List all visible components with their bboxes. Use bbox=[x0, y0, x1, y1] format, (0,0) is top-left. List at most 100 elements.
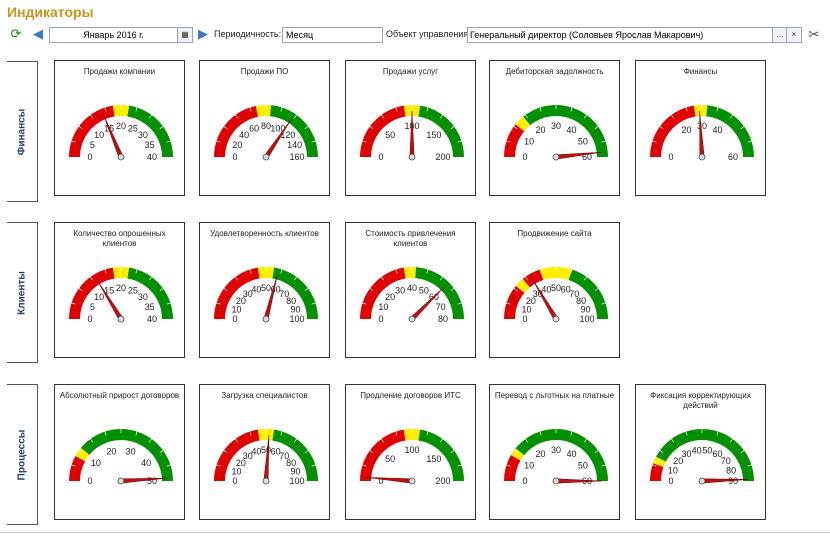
gauge-hub bbox=[552, 153, 560, 161]
gauge-tick-label: 100 bbox=[289, 314, 304, 324]
gauge-tick-label: 10 bbox=[94, 292, 104, 302]
gauge-dial: 0102030405060 bbox=[504, 429, 608, 486]
gauge-tick-label: 10 bbox=[522, 304, 532, 314]
gauge-tick-label: 10 bbox=[378, 302, 388, 312]
gauge-needle bbox=[366, 477, 413, 484]
gauge-dial: 0 10 20 30 40 50 bbox=[69, 429, 173, 486]
gauge-tick-label: 0 bbox=[87, 314, 92, 324]
gauge-tick-label: 30 bbox=[551, 121, 561, 131]
gauge-tick-label: 40 bbox=[566, 125, 576, 135]
gauge-tick-label: 0 bbox=[378, 314, 383, 324]
calendar-icon[interactable]: ▦ bbox=[177, 27, 193, 43]
period-field[interactable]: Январь 2016 г. bbox=[49, 27, 178, 43]
gauge-hub bbox=[408, 153, 416, 161]
gauge-tick-label: 40 bbox=[251, 285, 261, 295]
object-label: Объект управления: bbox=[386, 29, 471, 39]
gauge-tick-label: 10 bbox=[668, 465, 678, 475]
gauge-tick-label: 0 bbox=[232, 152, 237, 162]
gauge-panel: Абсолютный прирост договоров 0 10 20 30 40 50 bbox=[54, 384, 185, 520]
gauge-tick-label: 10 bbox=[91, 458, 101, 468]
gauge-tick-label: 40 bbox=[251, 447, 261, 457]
gauge-tick-label: 100 bbox=[579, 314, 594, 324]
gauge-dial: 050100150200 bbox=[360, 105, 464, 162]
gauge-tick-label: 40 bbox=[541, 285, 551, 295]
gauge-tick-label: 20 bbox=[681, 125, 691, 135]
gauge-zone-yellow bbox=[255, 105, 272, 117]
gauge-hub bbox=[408, 477, 416, 485]
gauge-tick-label: 10 bbox=[524, 461, 534, 471]
gauge-dial: 010203040 50 60708090100 bbox=[504, 267, 608, 324]
object-field[interactable]: Генеральный директор (Соловьев Ярослав М… bbox=[467, 27, 773, 43]
arrow-right-icon[interactable]: ▶ bbox=[195, 26, 211, 42]
gauge-dial: 0102030405060 bbox=[504, 105, 608, 162]
gauge-zone-red bbox=[360, 105, 406, 157]
gauge-tick-label: 40 bbox=[407, 283, 417, 293]
gauge-dial: 0510152025303540 bbox=[69, 267, 173, 324]
periodicity-select[interactable]: Месяц bbox=[282, 27, 383, 43]
gauge-panel: Продажи услуг050100150200 bbox=[345, 60, 476, 196]
gauge-tick-label: 50 bbox=[385, 130, 395, 140]
gauge-tick-label: 10 bbox=[524, 137, 534, 147]
gauge-hub bbox=[698, 153, 706, 161]
gauge-panel: Количество опрошенных клиентов 0 5 10 15 20 25… bbox=[54, 222, 185, 358]
gauge-tick-label: 20 bbox=[535, 125, 545, 135]
settings-icon[interactable]: ✂ bbox=[806, 26, 822, 42]
gauge-tick-label: 50 bbox=[385, 454, 395, 464]
gauge-dial: 0 20 30 40 60 bbox=[650, 105, 754, 162]
group-label: Клиенты bbox=[16, 270, 28, 315]
gauge-panel: Финансы 0 20 30 40 60 bbox=[635, 60, 766, 196]
gauge-tick-label: 30 bbox=[138, 130, 148, 140]
gauge-tick-label: 0 bbox=[668, 152, 673, 162]
gauge-tick-label: 35 bbox=[145, 140, 155, 150]
gauge-tick-label: 20 bbox=[106, 447, 116, 457]
gauge-tick-label: 40 bbox=[712, 125, 722, 135]
gauge-tick-label: 60 bbox=[249, 123, 259, 133]
gauge-zone-red bbox=[504, 124, 525, 157]
gauge-tick-label: 10 bbox=[232, 466, 242, 476]
gauge-tick-label: 30 bbox=[138, 292, 148, 302]
gauge-tick-label: 200 bbox=[435, 152, 450, 162]
gauge-tick-label: 100 bbox=[289, 476, 304, 486]
refresh-icon[interactable]: ⟳ bbox=[8, 26, 24, 42]
gauge-zone-green bbox=[515, 429, 608, 481]
gauge-tick-label: 40 bbox=[147, 152, 157, 162]
gauge-dial: 01020304050607080 bbox=[360, 267, 464, 324]
gauge-tick-label: 5 bbox=[90, 302, 95, 312]
gauge-panel: Загрузка специалистов 0 10 20 30 40 50 60 70 80 90… bbox=[199, 384, 330, 520]
gauge-tick-label: 150 bbox=[426, 130, 441, 140]
gauge-hub bbox=[552, 477, 560, 485]
gauge-hub bbox=[262, 477, 270, 485]
gauge-tick-label: 30 bbox=[395, 285, 405, 295]
clear-button[interactable]: × bbox=[786, 27, 802, 43]
gauge-hub bbox=[117, 477, 125, 485]
arrow-left-icon[interactable]: ◀ bbox=[30, 26, 46, 42]
gauge-tick-label: 150 bbox=[426, 454, 441, 464]
gauge-hub bbox=[262, 315, 270, 323]
gauge-tick-label: 25 bbox=[128, 123, 138, 133]
gauge-hub bbox=[552, 315, 560, 323]
gauge-tick-label: 100 bbox=[404, 445, 419, 455]
gauge-tick-label: 90 bbox=[580, 304, 590, 314]
gauge-panel: Продвижение сайта 0 10 20 30 40 50 60 70 80 90 100 bbox=[489, 222, 620, 358]
gauge-needle bbox=[409, 110, 415, 158]
gauge-tick-label: 60 bbox=[728, 152, 738, 162]
gauge-tick-label: 0 bbox=[378, 152, 383, 162]
gauge-panel: Продажи компании0510152025303540 bbox=[54, 60, 185, 196]
gauge-tick-label: 30 bbox=[126, 447, 136, 457]
window-title: Индикаторы bbox=[7, 4, 94, 20]
group-tab-clients: Клиенты bbox=[7, 222, 38, 363]
gauge-panel: Стоимость привлечения клиентов 0 10 20 30 40 5… bbox=[345, 222, 476, 358]
gauge-tick-label: 20 bbox=[535, 449, 545, 459]
gauge-tick-label: 10 bbox=[232, 304, 242, 314]
gauge-tick-label: 50 bbox=[261, 445, 271, 455]
gauge-zone-yellow bbox=[693, 105, 708, 117]
gauge-tick-label: 0 bbox=[232, 314, 237, 324]
gauge-tick-label: 0 bbox=[522, 314, 527, 324]
gauge-tick-label: 50 bbox=[147, 476, 157, 486]
gauge-tick-label: 30 bbox=[681, 449, 691, 459]
gauge-dial: 0510152025303540 bbox=[69, 105, 173, 162]
gauge-tick-label: 30 bbox=[551, 445, 561, 455]
gauge-tick-label: 160 bbox=[289, 152, 304, 162]
gauge-needle bbox=[701, 478, 748, 484]
gauge-panel: Удовлетворенность клиентов 0 10 20 30 40 50 60 7… bbox=[199, 222, 330, 358]
